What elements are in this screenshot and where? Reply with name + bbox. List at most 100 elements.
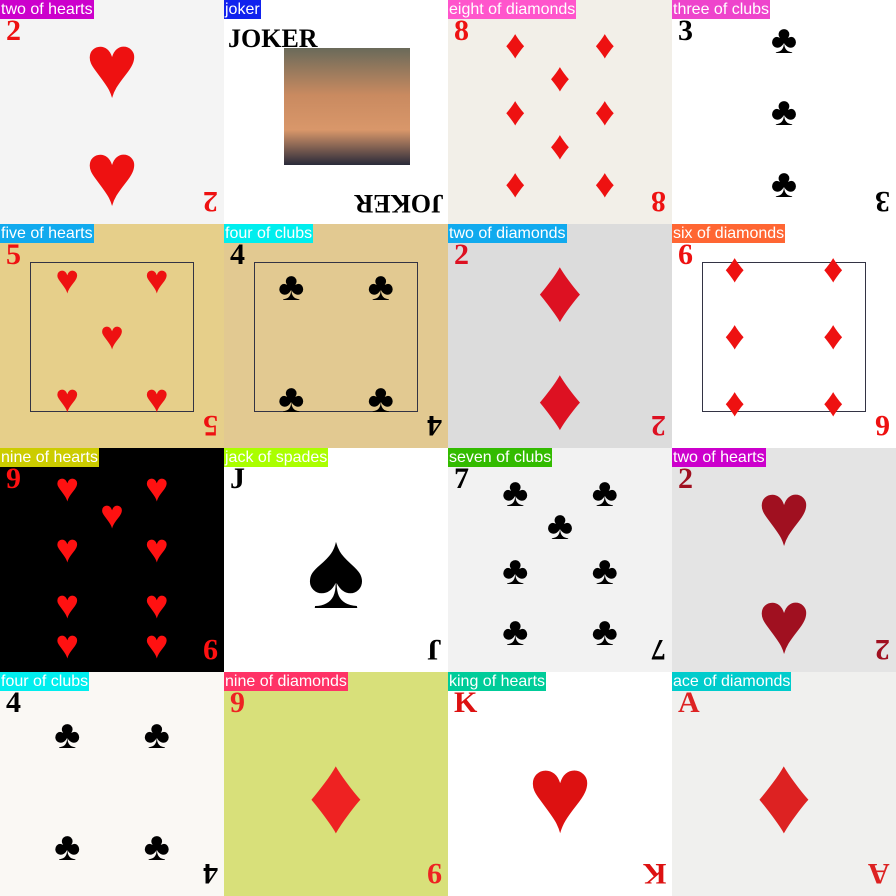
suit-pip-icon: ♥ [757, 572, 811, 672]
suit-pip-icon: ♥ [144, 582, 169, 627]
suit-pip-icon: ♦ [823, 314, 844, 358]
card-tile: two of hearts 2 2 ♥ ♥ [672, 448, 896, 672]
card-tile: five of hearts 5 5 ♥ ♥ ♥ ♥ ♥ [0, 224, 224, 448]
suit-pip-icon: ♦ [307, 733, 365, 857]
card-rank: 5 [6, 238, 21, 271]
card-tile: seven of clubs 7 7 ♣ ♣ ♣ ♣ ♣ ♣ ♣ [448, 448, 672, 672]
card-rank: A [678, 686, 700, 719]
suit-pip-icon: ♥ [100, 493, 124, 538]
suit-pip-icon: ♥ [144, 526, 169, 571]
card-rank: 9 [203, 633, 218, 666]
suit-pip-icon: ♦ [549, 123, 571, 168]
joker-text: JOKER [228, 24, 318, 53]
card-rank: 4 [427, 409, 442, 442]
card-rank: 4 [6, 686, 21, 719]
card-label: nine of diamonds [224, 672, 348, 691]
card-tile: four of clubs 4 4 ♣ ♣ ♣ ♣ [224, 224, 448, 448]
suit-pip-icon: ♥ [55, 376, 80, 421]
suit-pip-icon: ♥ [85, 17, 139, 118]
suit-pip-icon: ♥ [55, 526, 80, 571]
suit-pip-icon: ♦ [724, 381, 745, 426]
suit-pip-icon: ♣ [54, 824, 81, 869]
suit-pip-icon: ♣ [143, 712, 170, 757]
suit-pip-icon: ♣ [278, 376, 305, 421]
card-label: four of clubs [0, 672, 90, 691]
card-rank: 9 [6, 462, 21, 495]
suit-pip-icon: ♦ [594, 90, 616, 134]
suit-pip-icon: ♣ [770, 18, 798, 63]
suit-pip-icon: ♥ [144, 466, 169, 511]
card-label: king of hearts [448, 672, 547, 691]
suit-pip-icon: ♦ [724, 314, 745, 358]
joker-text: JOKER [354, 189, 444, 218]
card-rank: 2 [875, 633, 890, 666]
card-label: nine of hearts [0, 448, 99, 467]
card-tile: nine of hearts 9 9 ♥ ♥ ♥ ♥ ♥ ♥ ♥ ♥ ♥ [0, 448, 224, 672]
suit-pip-icon: ♦ [755, 733, 813, 857]
card-tile: king of hearts K K ♥ [448, 672, 672, 896]
card-rank: 7 [454, 462, 469, 495]
suit-pip-icon: ♥ [55, 582, 80, 627]
suit-pip-icon: ♥ [85, 124, 139, 224]
card-rank: 8 [651, 185, 666, 218]
suit-pip-icon: ♦ [549, 56, 571, 101]
card-rank: 6 [678, 238, 693, 271]
card-rank: 3 [875, 185, 890, 218]
suit-pip-icon: ♥ [527, 733, 593, 857]
card-label: eight of diamonds [448, 0, 577, 19]
suit-pip-icon: ♣ [770, 161, 798, 206]
card-rank: 2 [6, 14, 21, 47]
card-rank: 2 [651, 409, 666, 442]
card-tile: jack of spades J J ♠ [224, 448, 448, 672]
card-rank: A [868, 857, 890, 890]
suit-pip-icon: ♣ [143, 824, 170, 869]
suit-pip-icon: ♣ [502, 609, 529, 654]
suit-pip-icon: ♣ [591, 470, 618, 515]
card-label: two of diamonds [448, 224, 567, 243]
card-rank: 5 [203, 409, 218, 442]
suit-pip-icon: ♦ [504, 90, 526, 134]
suit-pip-icon: ♣ [546, 504, 574, 549]
suit-pip-icon: ♣ [367, 376, 394, 421]
card-image-grid: two of hearts 2 2 ♥ ♥ joker JOKER JOKER eight of… [0, 0, 896, 896]
card-rank: 2 [678, 462, 693, 495]
suit-pip-icon: ♥ [100, 314, 124, 358]
suit-pip-icon: ♦ [504, 161, 526, 206]
card-tile: ace of diamonds A A ♦ [672, 672, 896, 896]
card-rank: 6 [875, 409, 890, 442]
suit-pip-icon: ♦ [537, 348, 583, 448]
card-rank: J [427, 633, 442, 666]
card-label: jack of spades [224, 448, 329, 467]
suit-pip-icon: ♣ [591, 549, 618, 594]
card-rank: 2 [203, 185, 218, 218]
suit-pip-icon: ♠ [306, 509, 366, 633]
card-tile: two of hearts 2 2 ♥ ♥ [0, 0, 224, 224]
card-label: two of hearts [672, 448, 766, 467]
card-rank: 9 [427, 857, 442, 890]
suit-pip-icon: ♥ [144, 623, 169, 668]
card-tile: eight of diamonds 8 8 ♦ ♦ ♦ ♦ ♦ ♦ ♦ ♦ [448, 0, 672, 224]
card-label: five of hearts [0, 224, 94, 243]
card-rank: 4 [230, 238, 245, 271]
suit-pip-icon: ♣ [502, 470, 529, 515]
card-rank: 4 [203, 857, 218, 890]
suit-pip-icon: ♣ [367, 264, 394, 309]
suit-pip-icon: ♣ [502, 549, 529, 594]
suit-pip-icon: ♦ [594, 22, 616, 67]
joker-photo [284, 48, 410, 165]
suit-pip-icon: ♦ [594, 161, 616, 206]
suit-pip-icon: ♥ [757, 465, 811, 566]
card-rank: 7 [651, 633, 666, 666]
card-rank: 2 [454, 238, 469, 271]
suit-pip-icon: ♦ [724, 246, 745, 291]
suit-pip-icon: ♣ [278, 264, 305, 309]
card-label: three of clubs [672, 0, 771, 19]
card-tile: six of diamonds 6 6 ♦ ♦ ♦ ♦ ♦ ♦ [672, 224, 896, 448]
suit-pip-icon: ♥ [55, 258, 80, 302]
card-label: joker [224, 0, 261, 19]
suit-pip-icon: ♣ [591, 609, 618, 654]
card-label: seven of clubs [448, 448, 553, 467]
card-tile: three of clubs 3 3 ♣ ♣ ♣ [672, 0, 896, 224]
card-rank: K [642, 857, 666, 890]
card-tile: joker JOKER JOKER [224, 0, 448, 224]
